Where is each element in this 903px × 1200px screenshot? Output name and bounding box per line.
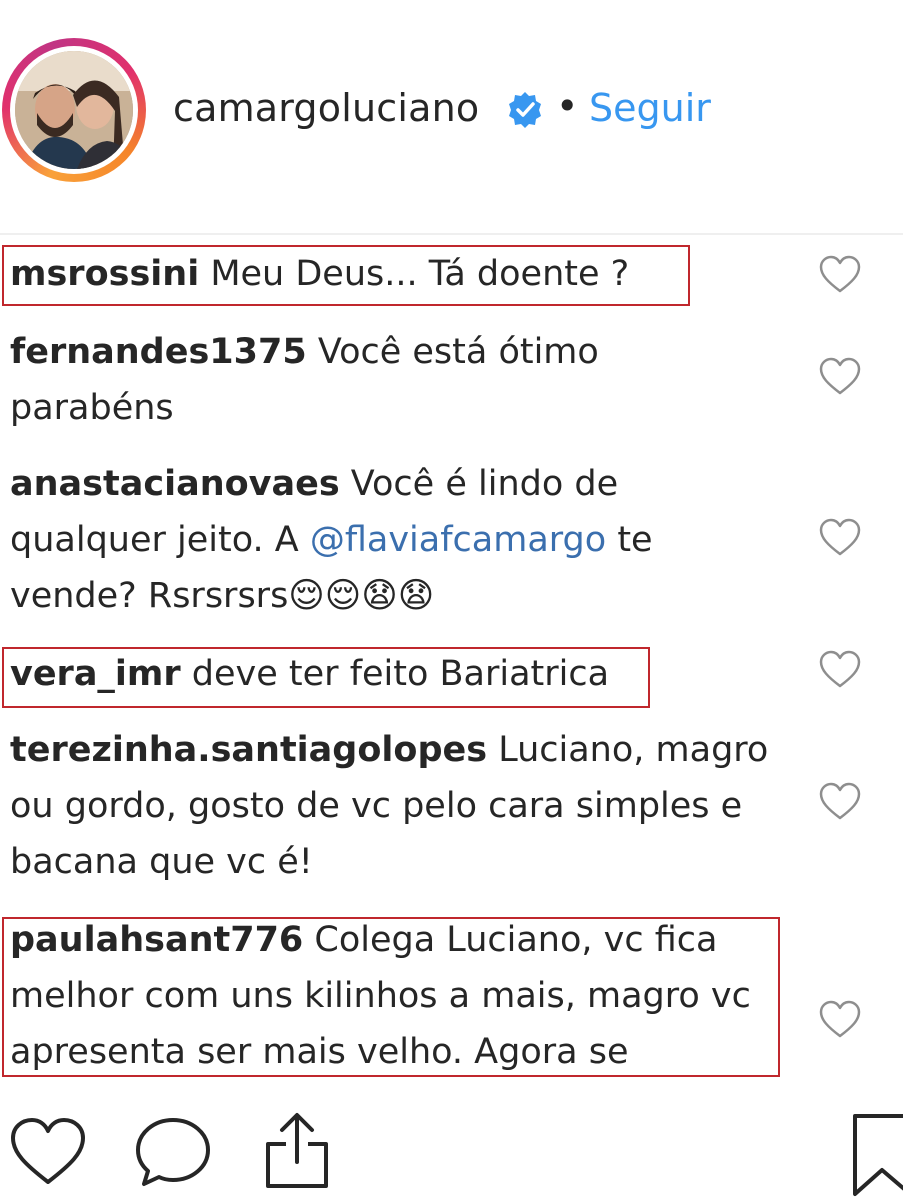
speech-bubble-icon[interactable] [132,1114,214,1190]
comment-like-heart-icon[interactable] [818,650,862,690]
heart-outline-icon[interactable] [8,1116,88,1188]
comment-like-heart-icon[interactable] [818,518,862,558]
comment-item: anastacianovaes Você é lindo de qualquer… [10,456,770,624]
post-author-username[interactable]: camargoluciano [173,86,479,130]
follow-button[interactable]: Seguir [589,86,711,130]
header-divider [0,233,903,235]
comment-username[interactable]: fernandes1375 [10,332,307,372]
comment-item: fernandes1375 Você está ótimo parabéns [10,324,710,436]
comment-item: terezinha.santiagolopes Luciano, magro o… [10,722,800,890]
comment-like-heart-icon[interactable] [818,357,862,397]
comment-like-heart-icon[interactable] [818,255,862,295]
highlight-box [2,647,650,708]
post-header: camargoluciano • Seguir [0,0,903,230]
verified-badge-icon [509,92,541,128]
header-separator: • [556,84,579,128]
comment-like-heart-icon[interactable] [818,782,862,822]
comment-like-heart-icon[interactable] [818,1000,862,1040]
post-action-bar [0,1100,903,1200]
comment-username[interactable]: anastacianovaes [10,464,340,504]
bookmark-icon[interactable] [850,1112,903,1200]
highlight-box [2,245,690,306]
avatar-photo [15,51,133,169]
comment-mention-link[interactable]: @flaviafcamargo [310,520,606,560]
share-upload-icon[interactable] [262,1110,332,1192]
profile-avatar-ring[interactable] [2,38,146,182]
highlight-box [2,917,780,1077]
comment-username[interactable]: terezinha.santiagolopes [10,730,487,770]
profile-avatar[interactable] [15,51,133,169]
